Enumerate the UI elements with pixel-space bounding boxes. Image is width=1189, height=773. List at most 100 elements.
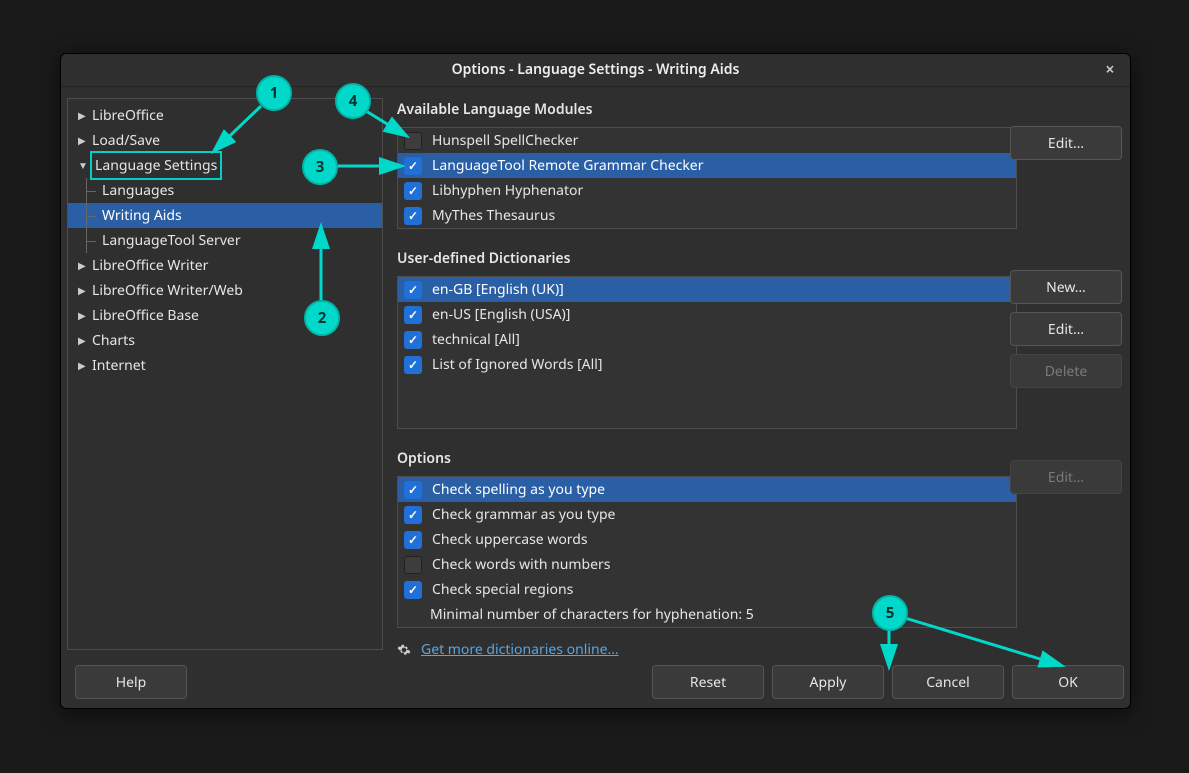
module-row-mythes[interactable]: MyThes Thesaurus [398,203,1016,228]
option-label: Minimal number of characters for hyphena… [430,605,754,624]
checkbox-icon[interactable] [404,531,422,549]
module-row-languagetool[interactable]: LanguageTool Remote Grammar Checker [398,153,1016,178]
section-title-modules: Available Language Modules [397,98,1122,119]
dicts-edit-button[interactable]: Edit… [1010,312,1122,346]
option-label: Check special regions [432,580,573,599]
dicts-listbox[interactable]: en-GB [English (UK)] en-US [English (USA… [397,276,1017,429]
dialog-title: Options - Language Settings - Writing Ai… [452,60,740,79]
option-row-uppercase[interactable]: Check uppercase words [398,527,1016,552]
tree-item-label: Load/Save [92,128,160,153]
tree-item-label: Language Settings [92,153,220,178]
section-title-dicts: User-defined Dictionaries [397,247,1122,268]
option-row-numbers[interactable]: Check words with numbers [398,552,1016,577]
modules-listbox[interactable]: Hunspell SpellChecker LanguageTool Remot… [397,127,1017,229]
dict-row-ignored[interactable]: List of Ignored Words [All] [398,352,1016,377]
checkbox-icon[interactable] [404,331,422,349]
dialog-footer: Help Reset Apply Cancel OK [67,664,1124,700]
checkbox-icon[interactable] [404,356,422,374]
module-label: LanguageTool Remote Grammar Checker [432,156,704,175]
modules-side-buttons: Edit… [1010,126,1122,160]
option-label: Check uppercase words [432,530,588,549]
tree-item-libreoffice[interactable]: ▶ LibreOffice [68,103,382,128]
tree-item-label: LibreOffice [92,103,164,128]
gear-icon [397,643,411,657]
dicts-delete-button[interactable]: Delete [1010,354,1122,388]
dict-label: List of Ignored Words [All] [432,355,602,374]
option-row-hyphen-min[interactable]: Minimal number of characters for hyphena… [398,602,1016,627]
tree-item-charts[interactable]: ▶ Charts [68,328,382,353]
chevron-right-icon: ▶ [78,328,88,353]
callout-5: 5 [872,595,908,631]
checkbox-icon[interactable] [404,281,422,299]
titlebar: Options - Language Settings - Writing Ai… [61,54,1130,87]
module-label: Hunspell SpellChecker [432,131,578,150]
checkbox-icon[interactable] [404,207,422,225]
content-panel: Available Language Modules Hunspell Spel… [397,98,1122,658]
reset-button[interactable]: Reset [652,665,764,699]
dicts-side-buttons: New… Edit… Delete [1010,270,1122,388]
tree-item-label: Writing Aids [102,203,182,228]
chevron-down-icon: ▼ [78,153,88,178]
tree-item-label: LibreOffice Base [92,303,199,328]
tree-item-label: Charts [92,328,135,353]
tree-item-writer[interactable]: ▶ LibreOffice Writer [68,253,382,278]
get-more-dictionaries-link[interactable]: Get more dictionaries online… [421,640,619,659]
chevron-right-icon: ▶ [78,128,88,153]
dict-row-technical[interactable]: technical [All] [398,327,1016,352]
help-button[interactable]: Help [75,665,187,699]
modules-edit-button[interactable]: Edit… [1010,126,1122,160]
checkbox-icon[interactable] [404,506,422,524]
options-edit-button[interactable]: Edit… [1010,460,1122,494]
more-dicts-row: Get more dictionaries online… [397,640,1122,659]
option-row-spelling[interactable]: Check spelling as you type [398,477,1016,502]
option-row-special-regions[interactable]: Check special regions [398,577,1016,602]
tree-item-label: Internet [92,353,146,378]
checkbox-icon[interactable] [404,306,422,324]
callout-2: 2 [304,300,340,336]
checkbox-icon[interactable] [404,132,422,150]
module-label: Libhyphen Hyphenator [432,181,583,200]
checkbox-icon[interactable] [404,556,422,574]
checkbox-icon[interactable] [404,157,422,175]
chevron-right-icon: ▶ [78,253,88,278]
tree-item-languagetool-server[interactable]: LanguageTool Server [68,228,382,253]
chevron-right-icon: ▶ [78,103,88,128]
option-row-grammar[interactable]: Check grammar as you type [398,502,1016,527]
dict-row-en-gb[interactable]: en-GB [English (UK)] [398,277,1016,302]
checkbox-icon[interactable] [404,182,422,200]
callout-4: 4 [335,83,371,119]
module-row-hunspell[interactable]: Hunspell SpellChecker [398,128,1016,153]
apply-button[interactable]: Apply [772,665,884,699]
tree-item-label: LanguageTool Server [102,228,241,253]
checkbox-icon[interactable] [404,481,422,499]
options-listbox[interactable]: Check spelling as you type Check grammar… [397,476,1017,628]
checkbox-icon[interactable] [404,581,422,599]
tree-item-label: LibreOffice Writer/Web [92,278,243,303]
tree-item-label: Languages [102,178,174,203]
dict-label: technical [All] [432,330,520,349]
callout-1: 1 [256,75,292,111]
option-label: Check words with numbers [432,555,611,574]
close-icon[interactable]: × [1098,54,1122,86]
tree-item-writing-aids[interactable]: Writing Aids [68,203,382,228]
dialog-body: ▶ LibreOffice ▶ Load/Save ▼ Language Set… [67,94,1124,658]
module-row-libhyphen[interactable]: Libhyphen Hyphenator [398,178,1016,203]
option-label: Check spelling as you type [432,480,605,499]
ok-button[interactable]: OK [1012,665,1124,699]
option-label: Check grammar as you type [432,505,615,524]
tree-item-loadsave[interactable]: ▶ Load/Save [68,128,382,153]
tree-item-internet[interactable]: ▶ Internet [68,353,382,378]
tree-item-writer-web[interactable]: ▶ LibreOffice Writer/Web [68,278,382,303]
tree-item-languages[interactable]: Languages [68,178,382,203]
dict-label: en-GB [English (UK)] [432,280,564,299]
dicts-new-button[interactable]: New… [1010,270,1122,304]
callout-3: 3 [302,149,338,185]
options-dialog: Options - Language Settings - Writing Ai… [60,53,1131,709]
cancel-button[interactable]: Cancel [892,665,1004,699]
module-label: MyThes Thesaurus [432,206,555,225]
options-side-buttons: Edit… [1010,460,1122,494]
category-tree[interactable]: ▶ LibreOffice ▶ Load/Save ▼ Language Set… [67,98,383,650]
chevron-right-icon: ▶ [78,353,88,378]
chevron-right-icon: ▶ [78,278,88,303]
dict-row-en-us[interactable]: en-US [English (USA)] [398,302,1016,327]
